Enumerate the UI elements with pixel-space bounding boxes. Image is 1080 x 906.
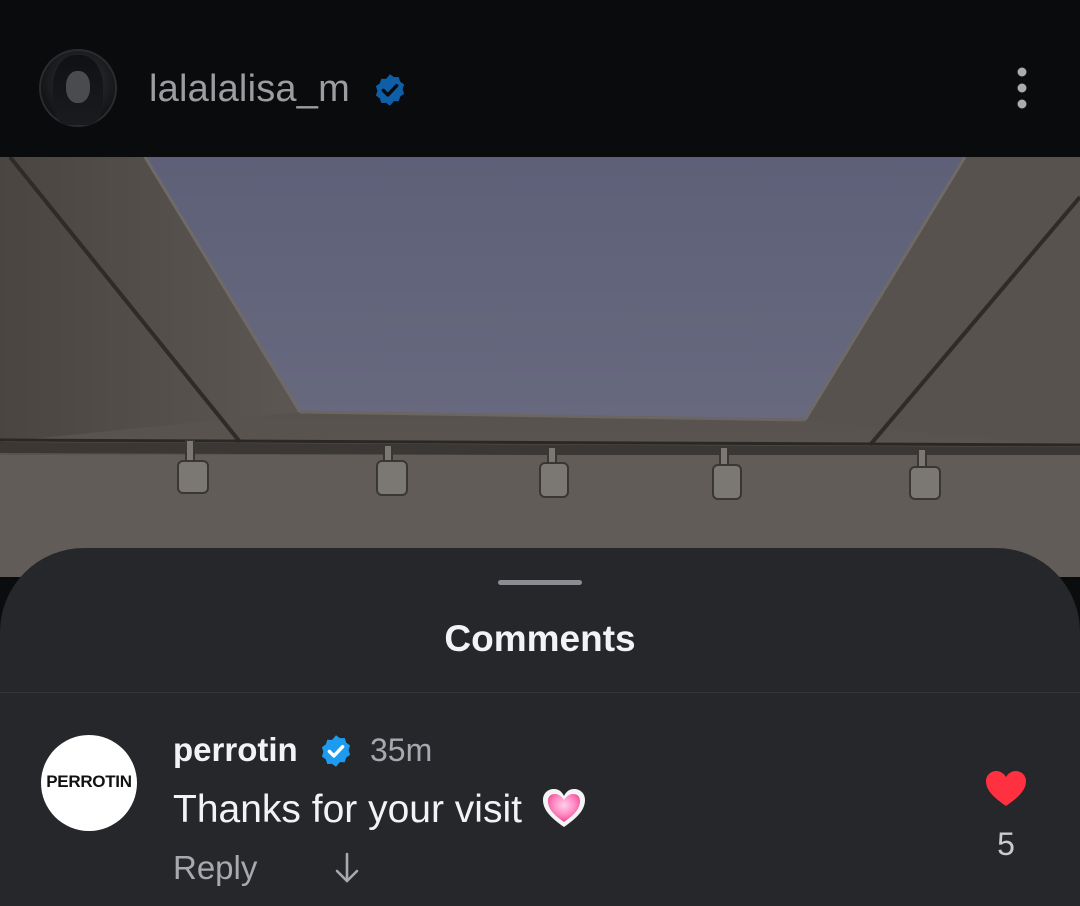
author-username[interactable]: lalalalisa_m [149, 66, 350, 112]
avatar-face [66, 71, 90, 103]
arrow-down-icon[interactable] [333, 851, 361, 885]
screen: lalalalisa_m Comments PERROTIN perrotin … [0, 0, 1080, 906]
post-image[interactable] [0, 157, 1080, 577]
sheet-title: Comments [444, 618, 636, 659]
comment-body: Thanks for your visit [173, 786, 587, 834]
verified-badge-icon [321, 735, 351, 767]
commenter-avatar[interactable]: PERROTIN [41, 735, 137, 831]
comments-sheet: Comments PERROTIN perrotin 35m Thanks fo… [0, 548, 1080, 906]
post-header: lalalalisa_m [0, 0, 1080, 157]
sheet-drag-handle[interactable] [498, 580, 582, 585]
heart-icon[interactable] [985, 770, 1027, 808]
reply-button[interactable]: Reply [173, 846, 257, 890]
more-vertical-icon[interactable] [1006, 64, 1038, 114]
post-photo-ceiling [0, 157, 1080, 577]
comment-timestamp: 35m [370, 732, 433, 768]
commenter-username[interactable]: perrotin [173, 729, 298, 771]
commenter-avatar-logo: PERROTIN [46, 772, 132, 791]
like-count: 5 [997, 826, 1015, 862]
pink-heart-emoji-icon [542, 789, 585, 827]
verified-badge-icon [375, 74, 405, 106]
divider [0, 692, 1080, 693]
comment-text: Thanks for your visit [173, 788, 522, 831]
author-avatar[interactable] [39, 49, 117, 127]
